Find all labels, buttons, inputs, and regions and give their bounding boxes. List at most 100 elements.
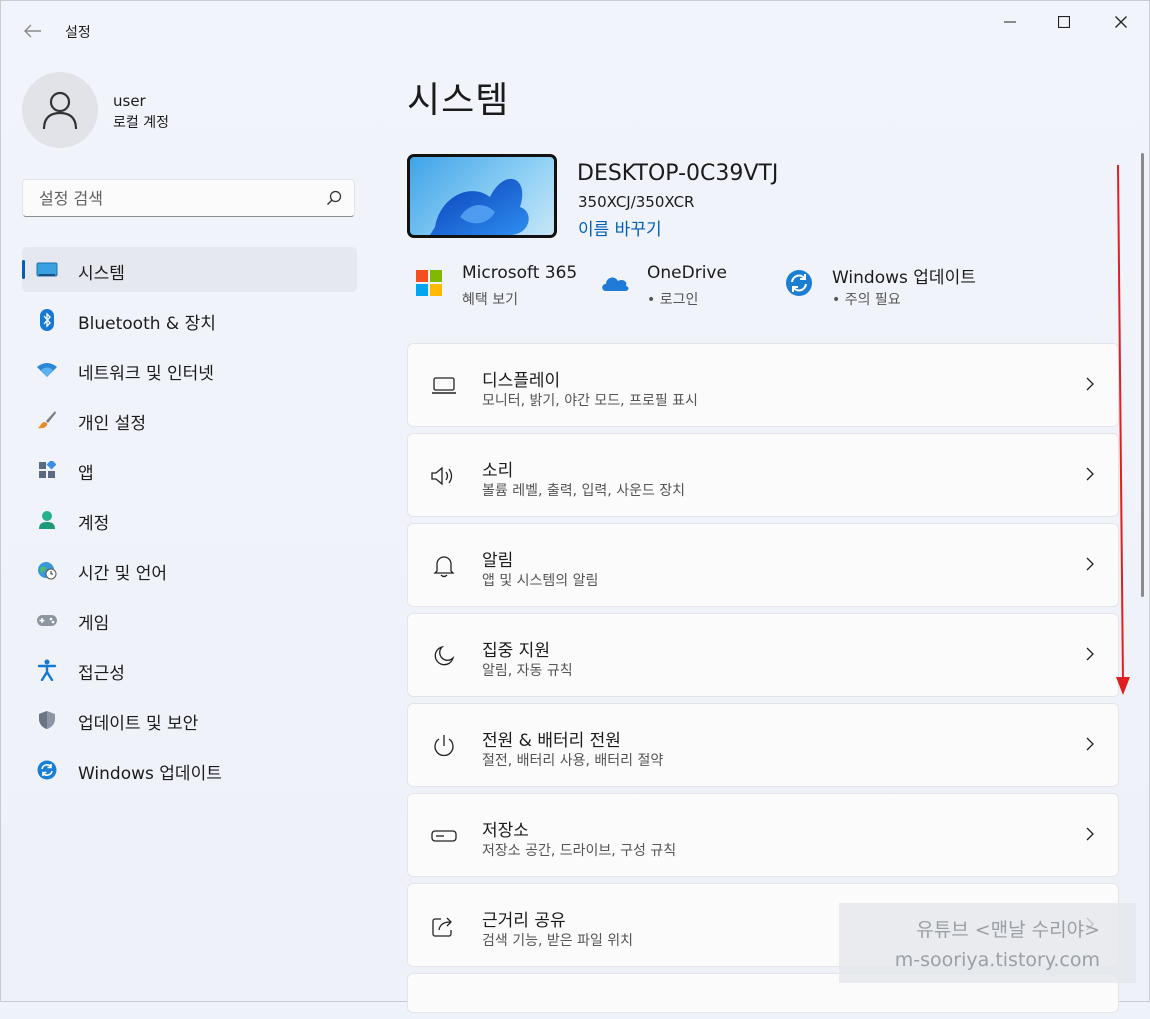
sidebar-item-time-language[interactable]: 시간 및 언어 <box>22 547 357 592</box>
settings-window: 설정 user 로컬 계정 시스템 <box>0 0 1150 1013</box>
card-display[interactable]: 디스플레이 모니터, 밝기, 야간 모드, 프로필 표시 <box>407 343 1119 427</box>
card-subtitle: 저장소 공간, 드라이브, 구성 규칙 <box>482 843 677 859</box>
card-subtitle: 절전, 배터리 사용, 배터리 절약 <box>482 753 664 769</box>
chevron-right-icon <box>1086 466 1094 485</box>
accessibility-icon <box>36 659 58 681</box>
brush-icon <box>36 409 58 431</box>
card-subtitle: 알림, 자동 규칙 <box>482 663 573 679</box>
sidebar-item-system[interactable]: 시스템 <box>22 247 357 292</box>
title-bar: 설정 <box>1 1 1149 63</box>
card-title: 저장소 <box>482 821 529 841</box>
sidebar-item-network[interactable]: 네트워크 및 인터넷 <box>22 347 357 392</box>
windows-update-icon <box>36 759 58 781</box>
card-subtitle: 앱 및 시스템의 알림 <box>482 573 599 589</box>
bell-icon <box>430 553 458 579</box>
card-title: 알림 <box>482 551 514 571</box>
laptop-icon <box>430 373 458 399</box>
quick-link-windows-update[interactable]: Windows 업데이트 • 주의 필요 <box>785 261 1005 313</box>
sidebar-item-personalization[interactable]: 개인 설정 <box>22 397 357 442</box>
chevron-right-icon <box>1086 556 1094 575</box>
quick-link-onedrive[interactable]: OneDrive • 로그인 <box>600 261 770 313</box>
card-sound[interactable]: 소리 볼륨 레벨, 출력, 입력, 사운드 장치 <box>407 433 1119 517</box>
sidebar-item-label: 접근성 <box>78 664 125 684</box>
sidebar-item-accessibility[interactable]: 접근성 <box>22 647 357 692</box>
card-subtitle: 검색 기능, 받은 파일 위치 <box>482 933 634 949</box>
card-storage[interactable]: 저장소 저장소 공간, 드라이브, 구성 규칙 <box>407 793 1119 877</box>
back-arrow-icon[interactable] <box>21 21 45 45</box>
maximize-button[interactable] <box>1041 9 1087 35</box>
sidebar-item-windows-update[interactable]: Windows 업데이트 <box>22 747 357 792</box>
bluetooth-icon <box>36 309 58 331</box>
device-wallpaper-thumbnail <box>407 154 557 238</box>
gamepad-icon <box>36 609 58 631</box>
selection-indicator <box>22 260 25 279</box>
quick-link-title: OneDrive <box>647 263 727 283</box>
sidebar-item-label: 시스템 <box>78 264 125 284</box>
account-icon <box>36 509 58 531</box>
user-name: user <box>113 92 146 110</box>
quick-link-subtitle: 혜택 보기 <box>462 292 518 308</box>
moon-icon <box>430 643 458 669</box>
sidebar-item-label: Windows 업데이트 <box>78 764 222 784</box>
power-icon <box>430 733 458 759</box>
scrollbar[interactable] <box>1141 153 1144 597</box>
shield-icon <box>36 709 58 731</box>
device-name: DESKTOP-0C39VTJ <box>577 161 779 186</box>
wifi-icon <box>36 359 58 381</box>
sidebar-item-label: Bluetooth & 장치 <box>78 314 216 334</box>
chevron-right-icon <box>1086 736 1094 755</box>
quick-link-subtitle: • 로그인 <box>647 292 699 308</box>
page-title: 시스템 <box>407 80 510 121</box>
chevron-right-icon <box>1086 376 1094 395</box>
search-box[interactable] <box>22 179 355 217</box>
sidebar-item-label: 개인 설정 <box>78 414 146 434</box>
windows-update-icon <box>785 269 815 299</box>
sidebar-item-label: 네트워크 및 인터넷 <box>78 364 214 384</box>
quick-link-title: Microsoft 365 <box>462 263 578 283</box>
microsoft-logo-icon <box>415 269 445 299</box>
avatar[interactable] <box>22 72 98 148</box>
card-focus-assist[interactable]: 집중 지원 알림, 자동 규칙 <box>407 613 1119 697</box>
card-title: 디스플레이 <box>482 371 561 391</box>
watermark-line2: m-sooriya.tistory.com <box>894 949 1100 971</box>
card-subtitle: 볼륨 레벨, 출력, 입력, 사운드 장치 <box>482 483 686 499</box>
minimize-button[interactable] <box>987 9 1033 35</box>
chevron-right-icon <box>1086 646 1094 665</box>
scroll-down-annotation-arrow <box>1107 161 1137 705</box>
close-button[interactable] <box>1098 9 1144 35</box>
search-input[interactable] <box>37 188 321 209</box>
sidebar-item-label: 게임 <box>78 614 110 634</box>
quick-link-title: Windows 업데이트 <box>832 268 976 288</box>
app-title: 설정 <box>65 25 91 41</box>
watermark-line1: 유튜브 <맨날 수리야> <box>916 919 1100 941</box>
globe-clock-icon <box>36 559 58 581</box>
card-title: 근거리 공유 <box>482 911 566 931</box>
card-title: 소리 <box>482 461 514 481</box>
card-title: 전원 & 배터리 전원 <box>482 731 621 751</box>
apps-icon <box>36 459 58 481</box>
watermark: 유튜브 <맨날 수리야> m-sooriya.tistory.com <box>839 903 1136 983</box>
sidebar-item-gaming[interactable]: 게임 <box>22 597 357 642</box>
card-subtitle: 모니터, 밝기, 야간 모드, 프로필 표시 <box>482 393 698 409</box>
sidebar-item-label: 업데이트 및 보안 <box>78 714 199 734</box>
card-notifications[interactable]: 알림 앱 및 시스템의 알림 <box>407 523 1119 607</box>
speaker-icon <box>430 463 458 489</box>
sidebar-item-bluetooth[interactable]: Bluetooth & 장치 <box>22 297 357 342</box>
chevron-right-icon <box>1086 826 1094 845</box>
sidebar-item-label: 앱 <box>78 464 94 484</box>
account-type: 로컬 계정 <box>113 115 169 131</box>
sidebar-item-update-security[interactable]: 업데이트 및 보안 <box>22 697 357 742</box>
quick-link-subtitle: • 주의 필요 <box>832 292 901 308</box>
sidebar-item-accounts[interactable]: 계정 <box>22 497 357 542</box>
share-icon <box>430 913 458 939</box>
sidebar-nav: 시스템 Bluetooth & 장치 네트워크 및 인터넷 개인 설정 앱 계정… <box>22 247 357 797</box>
sidebar-item-apps[interactable]: 앱 <box>22 447 357 492</box>
storage-drive-icon <box>430 823 458 849</box>
onedrive-cloud-icon <box>600 271 630 301</box>
card-title: 집중 지원 <box>482 641 550 661</box>
sidebar-item-label: 계정 <box>78 514 110 534</box>
quick-link-microsoft365[interactable]: Microsoft 365 혜택 보기 <box>415 261 585 313</box>
search-icon[interactable] <box>326 190 342 210</box>
rename-link[interactable]: 이름 바꾸기 <box>578 215 662 240</box>
card-power-battery[interactable]: 전원 & 배터리 전원 절전, 배터리 사용, 배터리 절약 <box>407 703 1119 787</box>
